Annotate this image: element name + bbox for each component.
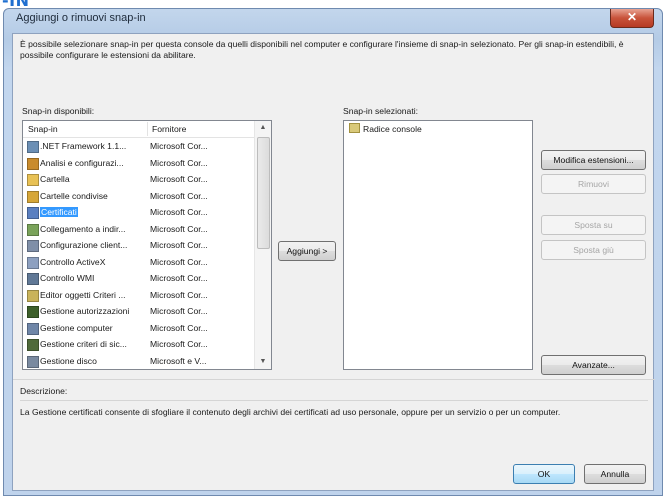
snapin-name: Cartella: [40, 174, 70, 184]
remove-button[interactable]: Rimuovi: [541, 174, 646, 194]
snapin-name: Configurazione client...: [40, 240, 128, 250]
activex-icon: [27, 256, 39, 269]
column-header-snapin[interactable]: Snap-in: [28, 124, 58, 134]
table-row[interactable]: .NET Framework 1.1... Microsoft Cor...: [23, 140, 255, 153]
add-button[interactable]: Aggiungi >: [278, 241, 336, 261]
column-separator[interactable]: [147, 122, 148, 136]
snapin-name: Cartelle condivise: [40, 190, 108, 201]
client-config-icon: [27, 240, 39, 252]
table-row[interactable]: Controllo WMI Microsoft Cor...: [23, 272, 255, 285]
selected-snapins-list[interactable]: Radice console: [343, 120, 533, 370]
move-up-button[interactable]: Sposta su: [541, 215, 646, 235]
snapin-vendor: Microsoft Cor...: [150, 240, 208, 250]
list-item[interactable]: Radice console: [349, 123, 422, 134]
scroll-down-icon[interactable]: ▼: [255, 355, 271, 369]
close-icon: ✕: [626, 10, 638, 24]
snapin-vendor: Microsoft Cor...: [150, 322, 208, 333]
table-row[interactable]: Cartella Microsoft Cor...: [23, 173, 255, 186]
policy-editor-icon: [27, 289, 39, 302]
snapin-vendor: Microsoft Cor...: [150, 223, 208, 234]
dialog-client-area: È possibile selezionare snap-in per ques…: [12, 33, 655, 491]
snapin-vendor: Microsoft Cor...: [150, 339, 208, 349]
list-header: Snap-in Fornitore: [23, 121, 255, 138]
table-row[interactable]: Configurazione client... Microsoft Cor...: [23, 239, 255, 252]
snapin-name: Gestione disco: [40, 355, 97, 366]
snapin-vendor: Microsoft Cor...: [150, 289, 208, 300]
move-down-button[interactable]: Sposta giù: [541, 240, 646, 260]
column-header-vendor[interactable]: Fornitore: [152, 124, 186, 134]
snapin-name: Collegamento a indir...: [40, 223, 126, 234]
selected-snapins-label: Snap-in selezionati:: [343, 106, 419, 116]
snapin-name: Certificati: [40, 207, 78, 217]
scroll-thumb[interactable]: [257, 137, 270, 249]
table-row[interactable]: Gestione computer Microsoft Cor...: [23, 322, 255, 335]
intro-text: È possibile selezionare snap-in per ques…: [20, 39, 624, 60]
snapin-vendor: Microsoft Cor...: [150, 190, 208, 201]
authorization-icon: [27, 306, 39, 318]
selected-item-label: Radice console: [363, 124, 422, 134]
table-row[interactable]: Gestione autorizzazioni Microsoft Cor...: [23, 305, 255, 318]
security-analysis-icon: [27, 157, 39, 170]
available-snapins-label: Snap-in disponibili:: [22, 106, 95, 116]
snapin-vendor: Microsoft Cor...: [150, 141, 208, 151]
table-row[interactable]: Collegamento a indir... Microsoft Cor...: [23, 223, 255, 236]
wmi-icon: [27, 273, 39, 285]
snapin-vendor: Microsoft Cor...: [150, 256, 208, 267]
snapin-name: .NET Framework 1.1...: [40, 141, 127, 151]
snapin-name: Gestione autorizzazioni: [40, 306, 130, 316]
shared-folder-icon: [27, 190, 39, 203]
snapin-name: Controllo WMI: [40, 273, 95, 283]
table-row[interactable]: Cartelle condivise Microsoft Cor...: [23, 190, 255, 203]
snapin-dialog: Aggiungi o rimuovi snap-in ✕ È possibile…: [3, 8, 663, 496]
ok-button[interactable]: OK: [513, 464, 575, 484]
close-button[interactable]: ✕: [610, 9, 654, 28]
dialog-title: Aggiungi o rimuovi snap-in: [16, 12, 146, 24]
description-label: Descrizione:: [20, 386, 68, 396]
advanced-button[interactable]: Avanzate...: [541, 355, 646, 375]
table-row[interactable]: Gestione criteri di sic... Microsoft Cor.…: [23, 338, 255, 351]
table-row[interactable]: Editor oggetti Criteri ... Microsoft Cor.…: [23, 289, 255, 302]
table-row[interactable]: Analisi e configurazi... Microsoft Cor...: [23, 157, 255, 170]
table-row[interactable]: Gestione disco Microsoft e V...: [23, 355, 255, 368]
snapin-name: Controllo ActiveX: [40, 256, 106, 267]
snapin-name: Analisi e configurazi...: [40, 157, 124, 168]
security-policy-icon: [27, 339, 39, 351]
folder-icon: [27, 174, 39, 186]
snapin-vendor: Microsoft Cor...: [150, 306, 208, 316]
edit-extensions-button[interactable]: Modifica estensioni...: [541, 150, 646, 170]
table-row[interactable]: Controllo ActiveX Microsoft Cor...: [23, 256, 255, 269]
snapin-vendor: Microsoft Cor...: [150, 207, 208, 217]
snapin-name: Editor oggetti Criteri ...: [40, 289, 126, 300]
description-separator: [20, 400, 648, 401]
snapin-vendor: Microsoft Cor...: [150, 273, 208, 283]
description-text: La Gestione certificati consente di sfog…: [20, 407, 561, 417]
list-scrollbar[interactable]: ▲ ▼: [254, 121, 271, 369]
page-heading-text: -IN: [2, 0, 29, 8]
dotnet-icon: [27, 141, 39, 153]
available-snapins-list[interactable]: Snap-in Fornitore .NET Framework 1.1... M…: [22, 120, 272, 370]
disk-icon: [27, 355, 39, 368]
scroll-up-icon[interactable]: ▲: [255, 121, 271, 135]
table-row[interactable]: Certificati Microsoft Cor...: [23, 206, 255, 219]
snapin-name: Gestione computer: [40, 322, 113, 333]
snapin-vendor: Microsoft e V...: [150, 355, 207, 366]
section-divider: [13, 379, 655, 380]
snapin-vendor: Microsoft Cor...: [150, 157, 208, 168]
snapin-vendor: Microsoft Cor...: [150, 174, 208, 184]
certificate-icon: [27, 207, 39, 219]
cancel-button[interactable]: Annulla: [584, 464, 646, 484]
page-heading-fragment: -IN: [0, 0, 665, 8]
snapin-name: Gestione criteri di sic...: [40, 339, 127, 349]
computer-management-icon: [27, 322, 39, 335]
console-root-icon: [349, 123, 360, 133]
link-icon: [27, 223, 39, 236]
